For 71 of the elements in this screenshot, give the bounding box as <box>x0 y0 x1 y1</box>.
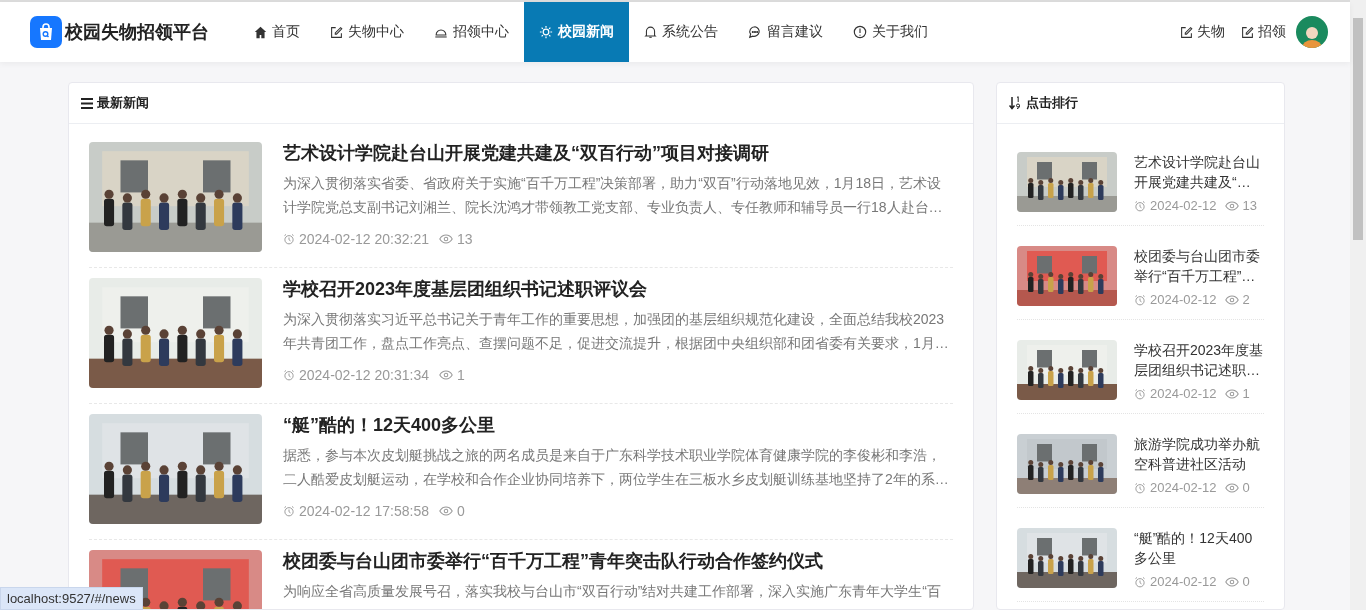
news-summary: 为深入贯彻落实省委、省政府关于实施“百千万工程”决策部署，助力“双百”行动落地见效，1月18日，艺术设计学院党总支副书记刘湘兰、院长沈鸿才带领教工党支部、专业负责人、专任教师和辅导员一行18人赴台… <box>283 174 944 217</box>
nav-tab[interactable]: 首页 <box>239 2 315 62</box>
clock-icon <box>1134 575 1146 588</box>
ranking-title[interactable]: “艇”酷的！12天400多公里 <box>1134 528 1266 568</box>
eye-icon <box>439 234 453 244</box>
chat-icon <box>748 25 762 39</box>
edit-icon <box>1180 25 1193 39</box>
eye-icon <box>1224 200 1239 211</box>
ranking-title[interactable]: 旅游学院成功举办航空科普进社区活动 <box>1134 434 1266 474</box>
nav-tab[interactable]: 系统公告 <box>629 2 733 62</box>
nav-tab[interactable]: 留言建议 <box>733 2 838 62</box>
eye-icon <box>1224 294 1239 305</box>
list-icon <box>81 97 93 109</box>
post-date: 2024-02-12 <box>1150 198 1217 213</box>
bell-icon <box>644 25 657 39</box>
view-count: 2 <box>1242 292 1250 307</box>
view-count: 1 <box>1242 386 1250 401</box>
post-date: 2024-02-12 <box>1150 574 1217 589</box>
avatar[interactable] <box>1296 16 1328 48</box>
view-count: 13 <box>457 231 473 247</box>
site-title: 校园失物招领平台 <box>65 21 209 44</box>
clock-icon <box>283 505 295 517</box>
ranking-title[interactable]: 校团委与台山团市委举行“百千万工程”… <box>1134 246 1266 286</box>
eye-icon <box>439 506 453 516</box>
status-url: localhost:9527/#/news <box>0 587 143 610</box>
sort-icon <box>1009 96 1022 110</box>
info-icon <box>853 25 867 39</box>
view-count: 0 <box>1242 480 1250 495</box>
eye-icon <box>1224 388 1239 399</box>
post-time: 2024-02-12 20:31:34 <box>299 367 429 383</box>
eye-icon <box>1224 482 1239 493</box>
sun-icon <box>539 25 553 39</box>
news-title[interactable]: 校团委与台山团市委举行“百千万工程”青年突击队行动合作签约仪式 <box>283 550 953 572</box>
clock-icon <box>283 369 295 381</box>
ranking-title[interactable]: 艺术设计学院赴台山开展党建共建及“… <box>1134 152 1266 192</box>
news-summary: 据悉，参与本次皮划艇挑战之旅的两名成员是来自于广东科学技术职业学院体育健康学院的李俊彬和李浩，二人酷爱皮划艇运动，在学校和合作企业协同培养下，两位学生在三板水乡皮划艇训练基地坚持了2年的系… <box>283 446 950 489</box>
eye-icon <box>1224 576 1239 587</box>
post-link[interactable]: 失物 <box>1180 23 1225 41</box>
view-count: 1 <box>457 367 465 383</box>
post-date: 2024-02-12 <box>1150 480 1217 495</box>
post-link[interactable]: 招领 <box>1241 23 1286 41</box>
news-title[interactable]: 学校召开2023年度基层团组织书记述职评议会 <box>283 278 953 300</box>
ranking-title[interactable]: 学校召开2023年度基层团组织书记述职… <box>1134 340 1266 380</box>
news-summary: 为响应全省高质量发展号召，落实我校与台山市“双百行动”结对共建工作部署，深入实施广东青年大学生“百 <box>283 582 942 601</box>
clock-icon <box>1134 481 1146 494</box>
scrollbar[interactable] <box>1350 0 1366 610</box>
news-summary: 为深入贯彻落实习近平总书记关于青年工作的重要思想，加强团的基层组织规范化建设，全面总结我校2023年共青团工作，盘点工作亮点、查摆问题不足，促进交流提升，根据团中央组织部和团省委有关要求，1月… <box>283 310 950 353</box>
post-time: 2024-02-12 20:32:21 <box>299 231 429 247</box>
clock-icon <box>1134 387 1146 400</box>
edit-icon <box>330 25 343 39</box>
nav-tab[interactable]: 校园新闻 <box>524 2 629 62</box>
news-title[interactable]: 艺术设计学院赴台山开展党建共建及“双百行动”项目对接调研 <box>283 142 953 164</box>
card-title: 点击排行 <box>1026 94 1078 112</box>
logo-icon <box>30 16 62 48</box>
view-count: 0 <box>457 503 465 519</box>
view-count: 13 <box>1242 198 1257 213</box>
clock-icon <box>1134 293 1146 306</box>
post-date: 2024-02-12 <box>1150 292 1217 307</box>
card-title: 最新新闻 <box>97 94 149 112</box>
view-count: 0 <box>1242 574 1250 589</box>
edit-icon <box>1241 25 1254 39</box>
post-time: 2024-02-12 17:58:58 <box>299 503 429 519</box>
home-icon <box>254 25 267 39</box>
nav-tab[interactable]: 招领中心 <box>419 2 524 62</box>
clock-icon <box>283 233 295 245</box>
news-title[interactable]: “艇”酷的！12天400多公里 <box>283 414 953 436</box>
clock-icon <box>1134 199 1146 212</box>
post-date: 2024-02-12 <box>1150 386 1217 401</box>
nav-tab[interactable]: 失物中心 <box>315 2 419 62</box>
nav-tab[interactable]: 关于我们 <box>838 2 943 62</box>
eye-icon <box>439 370 453 380</box>
